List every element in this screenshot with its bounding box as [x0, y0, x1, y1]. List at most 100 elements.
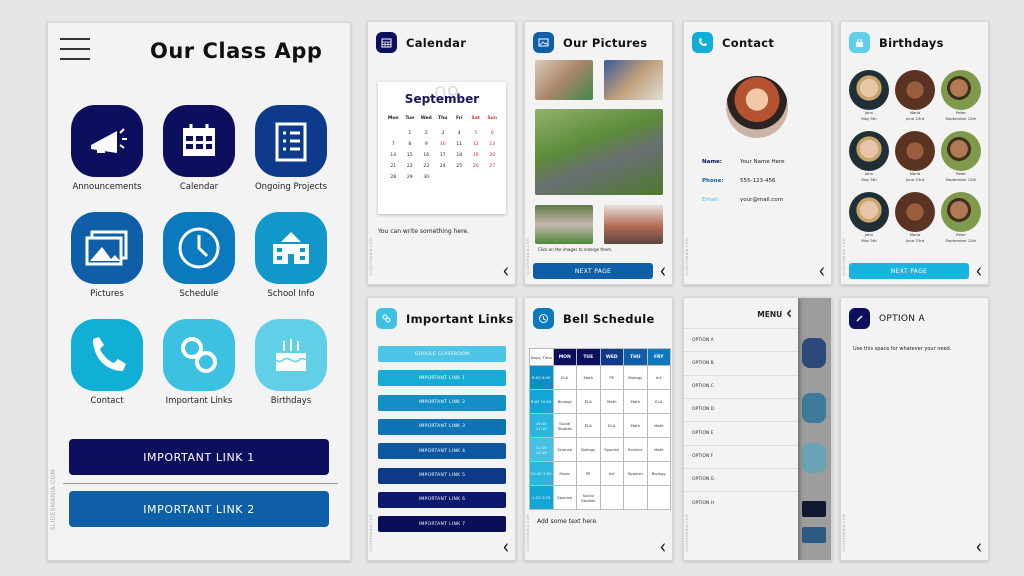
- menu-option[interactable]: OPTION F: [684, 444, 798, 468]
- contact-screen: Contact Name: Your Name Here Phone: 555-123…: [683, 21, 832, 285]
- menu-option[interactable]: OPTION A: [684, 328, 798, 351]
- calendar-day[interactable]: 5: [468, 131, 485, 136]
- calendar-day[interactable]: 26: [468, 164, 485, 169]
- birthday-card: John May 5th: [846, 131, 892, 182]
- calendar-day[interactable]: 12: [468, 142, 485, 147]
- link-button[interactable]: IMPORTANT LINK 1: [378, 370, 506, 387]
- back-chevron-icon[interactable]: ‹: [819, 258, 825, 283]
- calendar-day[interactable]: 13: [484, 142, 501, 147]
- calendar-day[interactable]: 16: [418, 153, 435, 158]
- calendar-day[interactable]: 27: [484, 164, 501, 169]
- back-chevron-icon[interactable]: ‹: [660, 258, 666, 283]
- link-button[interactable]: IMPORTANT LINK 4: [378, 443, 506, 460]
- contact-value[interactable]: your@mail.com: [740, 197, 783, 203]
- class-photo-main[interactable]: [535, 109, 663, 195]
- next-page-button[interactable]: NEXT PAGE: [849, 263, 969, 279]
- contact-label: Name:: [702, 159, 722, 165]
- calendar-day[interactable]: 7: [385, 142, 402, 147]
- class-photo-3[interactable]: [535, 205, 593, 244]
- class-cell: Math: [646, 437, 671, 462]
- calendar-day[interactable]: 15: [402, 153, 419, 158]
- calendar-day[interactable]: 9: [418, 142, 435, 147]
- link-button[interactable]: GOOGLE CLASSROOM: [378, 346, 506, 362]
- important-link-1-button[interactable]: IMPORTANT LINK 1: [69, 439, 329, 475]
- weekday-header: Mon: [387, 116, 399, 121]
- close-menu-chevron-icon[interactable]: ‹: [786, 304, 792, 325]
- tile-schedule[interactable]: Schedule: [154, 212, 244, 299]
- back-chevron-icon[interactable]: ‹: [660, 534, 666, 559]
- calendar-day[interactable]: 21: [385, 164, 402, 169]
- child-name: Maria: [909, 232, 921, 237]
- birthday-date: May 5th: [861, 176, 877, 182]
- birthday-card: Maria June 23rd: [892, 192, 938, 243]
- calendar-day[interactable]: 19: [468, 153, 485, 158]
- birthday-date: May 5th: [861, 237, 877, 243]
- back-chevron-icon[interactable]: ‹: [976, 534, 982, 559]
- calendar-day[interactable]: 8: [402, 142, 419, 147]
- back-chevron-icon[interactable]: ‹: [503, 534, 509, 559]
- link-button[interactable]: IMPORTANT LINK 2: [378, 394, 506, 411]
- calendar-day: [385, 131, 402, 136]
- calendar-day[interactable]: 25: [451, 164, 468, 169]
- calendar-day[interactable]: 1: [402, 131, 419, 136]
- class-photo-1[interactable]: [535, 60, 593, 100]
- calendar-day[interactable]: 6: [484, 131, 501, 136]
- menu-option[interactable]: OPTION B: [684, 351, 798, 374]
- menu-option[interactable]: OPTION G: [684, 467, 798, 491]
- tile-birthdays[interactable]: Birthdays: [246, 319, 336, 406]
- calendar-day[interactable]: 30: [418, 175, 435, 180]
- teacher-photo: [726, 76, 788, 138]
- hamburger-menu-icon[interactable]: [60, 38, 90, 68]
- link-button[interactable]: IMPORTANT LINK 3: [378, 418, 506, 435]
- menu-option[interactable]: OPTION E: [684, 421, 798, 444]
- class-photo-4[interactable]: [604, 205, 663, 244]
- calendar-day[interactable]: 10: [435, 142, 452, 147]
- tile-label: Pictures: [90, 289, 124, 299]
- next-page-button[interactable]: NEXT PAGE: [533, 263, 653, 279]
- tile-important-links[interactable]: Important Links: [154, 319, 244, 406]
- calendar-day[interactable]: 24: [435, 164, 452, 169]
- birthday-card: John May 5th: [846, 70, 892, 121]
- dimmed-background[interactable]: [798, 298, 831, 560]
- month-name: September: [404, 92, 480, 106]
- calendar-day[interactable]: 4: [451, 131, 468, 136]
- class-cell: Biology: [552, 389, 577, 414]
- important-link-2-button[interactable]: IMPORTANT LINK 2: [69, 491, 329, 527]
- tile-announcements[interactable]: Announcements: [62, 105, 152, 192]
- child-photo: [941, 70, 981, 110]
- tile-ongoing-projects[interactable]: Ongoing Projects: [246, 105, 336, 192]
- pictures-hint: Click on the images to enlarge them.: [538, 247, 613, 252]
- menu-option[interactable]: OPTION D: [684, 397, 798, 421]
- calendar-day[interactable]: 28: [385, 175, 402, 180]
- back-chevron-icon[interactable]: ‹: [503, 258, 509, 283]
- calendar-day[interactable]: 2: [418, 131, 435, 136]
- calendar-day[interactable]: 18: [451, 153, 468, 158]
- calendar-day[interactable]: 3: [435, 131, 452, 136]
- class-cell: Spanish: [599, 437, 624, 462]
- day-header: FRY: [646, 348, 671, 366]
- calendar-day[interactable]: 14: [385, 153, 402, 158]
- tile-calendar[interactable]: Calendar: [154, 105, 244, 192]
- menu-option[interactable]: OPTION C: [684, 374, 798, 398]
- calendar-day[interactable]: 23: [418, 164, 435, 169]
- calendar-widget: 09 September Mon Tue Wed Thu Fri Sat Sun 1 2 3 4 5 6…: [378, 82, 506, 214]
- schedule-row: 1:25 2:25 Spanish Social Studies: [529, 485, 671, 510]
- calendar-day[interactable]: 29: [402, 175, 419, 180]
- link-button[interactable]: IMPORTANT LINK 6: [378, 491, 506, 508]
- tile-contact[interactable]: Contact: [62, 319, 152, 406]
- calendar-day[interactable]: 17: [435, 153, 452, 158]
- link-button[interactable]: IMPORTANT LINK 5: [378, 467, 506, 484]
- class-cell: Spanish: [552, 485, 577, 510]
- child-photo: [849, 192, 889, 232]
- calendar-day[interactable]: 11: [451, 142, 468, 147]
- app-title: Our Class App: [150, 39, 323, 63]
- link-button[interactable]: IMPORTANT LINK 7: [378, 516, 506, 533]
- tile-pictures[interactable]: Pictures: [62, 212, 152, 299]
- menu-option[interactable]: OPTION H: [684, 491, 798, 514]
- class-photo-2[interactable]: [604, 60, 663, 100]
- back-chevron-icon[interactable]: ‹: [976, 258, 982, 283]
- tile-school-info[interactable]: School Info: [246, 212, 336, 299]
- calendar-day[interactable]: 20: [484, 153, 501, 158]
- tile-label: Calendar: [179, 182, 219, 192]
- calendar-day[interactable]: 22: [402, 164, 419, 169]
